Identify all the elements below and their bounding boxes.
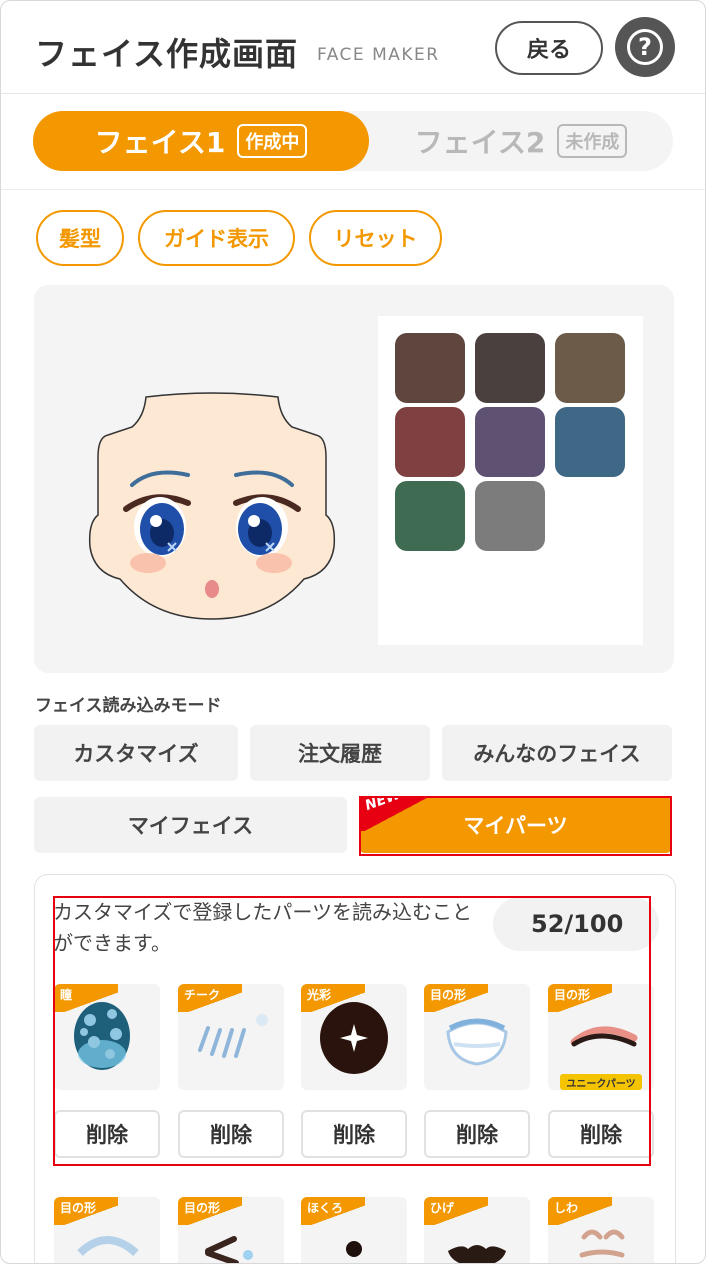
new-badge-label: NEW! [363,784,409,815]
tab-face-2-label: フェイス2 [414,126,546,159]
guide-button[interactable]: ガイド表示 [138,210,295,266]
unique-parts-badge: ユニークパーツ [560,1074,642,1090]
parts-count: 52/100 [493,897,659,951]
part-category-tag: 光彩 [301,984,365,1012]
part-category-label: ほくろ [307,1201,344,1215]
tab-face-2-badge: 未作成 [557,124,628,158]
mode-everyone-faces-button[interactable]: みんなのフェイス [442,725,672,781]
reset-button[interactable]: リセット [309,210,442,266]
tab-face-1-badge: 作成中 [237,124,308,158]
part-category-label: 光彩 [307,988,332,1002]
part-card[interactable]: ひげ [424,1197,530,1263]
color-swatch[interactable] [555,333,625,403]
color-swatch[interactable] [475,333,545,403]
part-category-label: ひげ [430,1201,455,1215]
part-category-label: 瞳 [60,988,73,1002]
part-category-tag: ほくろ [301,1197,365,1225]
part-category-tag: チーク [178,984,242,1012]
app-frame: フェイス作成画面 FACE MAKER 戻る ? フェイス1 作成中 フェイス2… [0,0,706,1264]
mode-my-parts-button[interactable]: NEW! マイパーツ [359,784,672,853]
part-category-tag: しわ [548,1197,612,1225]
part-card[interactable]: 目の形 [54,1197,160,1263]
part-category-tag: 目の形 [54,1197,118,1225]
part-category-label: 目の形 [184,1201,221,1215]
new-badge: NEW! [359,784,429,831]
part-category-label: 目の形 [60,1201,97,1215]
mode-my-parts-label: マイパーツ [463,814,568,838]
page-title: フェイス作成画面 [35,35,299,73]
part-category-tag: 瞳 [54,984,118,1012]
color-swatch[interactable] [555,407,625,477]
part-card[interactable]: 光彩 [301,984,407,1090]
page-subtitle: FACE MAKER [317,45,440,65]
color-swatch[interactable] [395,407,465,477]
mode-order-history-button[interactable]: 注文履歴 [250,725,430,781]
delete-button[interactable]: 削除 [301,1110,407,1158]
color-swatch[interactable] [475,407,545,477]
part-card[interactable]: チーク [178,984,284,1090]
delete-button[interactable]: 削除 [178,1110,284,1158]
mode-my-face-button[interactable]: マイフェイス [34,797,347,853]
part-card[interactable]: しわ [548,1197,654,1263]
part-category-tag: 目の形 [178,1197,242,1225]
divider [1,189,705,190]
part-card[interactable]: 目の形 ユニークパーツ [548,984,654,1090]
mode-customize-button[interactable]: カスタマイズ [34,725,238,781]
part-card[interactable]: 目の形 [178,1197,284,1263]
face-tabs: フェイス1 作成中 フェイス2 未作成 [33,111,673,171]
help-button[interactable]: ? [615,17,675,77]
tab-face-1[interactable]: フェイス1 作成中 [33,111,369,171]
part-category-tag: ひげ [424,1197,488,1225]
color-swatch[interactable] [395,481,465,551]
my-parts-description: カスタマイズで登録したパーツを読み込むことができます。 [53,900,472,955]
part-category-tag: 目の形 [548,984,612,1012]
face-canvas[interactable] [34,285,674,673]
part-category-label: しわ [554,1201,579,1215]
color-swatch[interactable] [395,333,465,403]
delete-button[interactable]: 削除 [548,1110,654,1158]
color-palette [378,316,643,645]
part-card[interactable]: ほくろ [301,1197,407,1263]
tab-face-1-label: フェイス1 [94,126,226,159]
back-button[interactable]: 戻る [495,21,603,75]
delete-button[interactable]: 削除 [424,1110,530,1158]
part-category-label: チーク [184,988,221,1002]
part-card[interactable]: 瞳 [54,984,160,1090]
help-icon: ? [627,29,663,65]
color-swatch[interactable] [475,481,545,551]
part-card[interactable]: 目の形 [424,984,530,1090]
delete-button[interactable]: 削除 [54,1110,160,1158]
face-preview [88,392,336,620]
part-category-label: 目の形 [430,988,467,1002]
part-category-label: 目の形 [554,988,591,1002]
mode-label: フェイス読み込みモード [35,696,222,716]
header: フェイス作成画面 FACE MAKER 戻る ? [1,1,705,94]
tab-face-2[interactable]: フェイス2 未作成 [369,111,673,171]
hair-button[interactable]: 髪型 [36,210,124,266]
part-category-tag: 目の形 [424,984,488,1012]
